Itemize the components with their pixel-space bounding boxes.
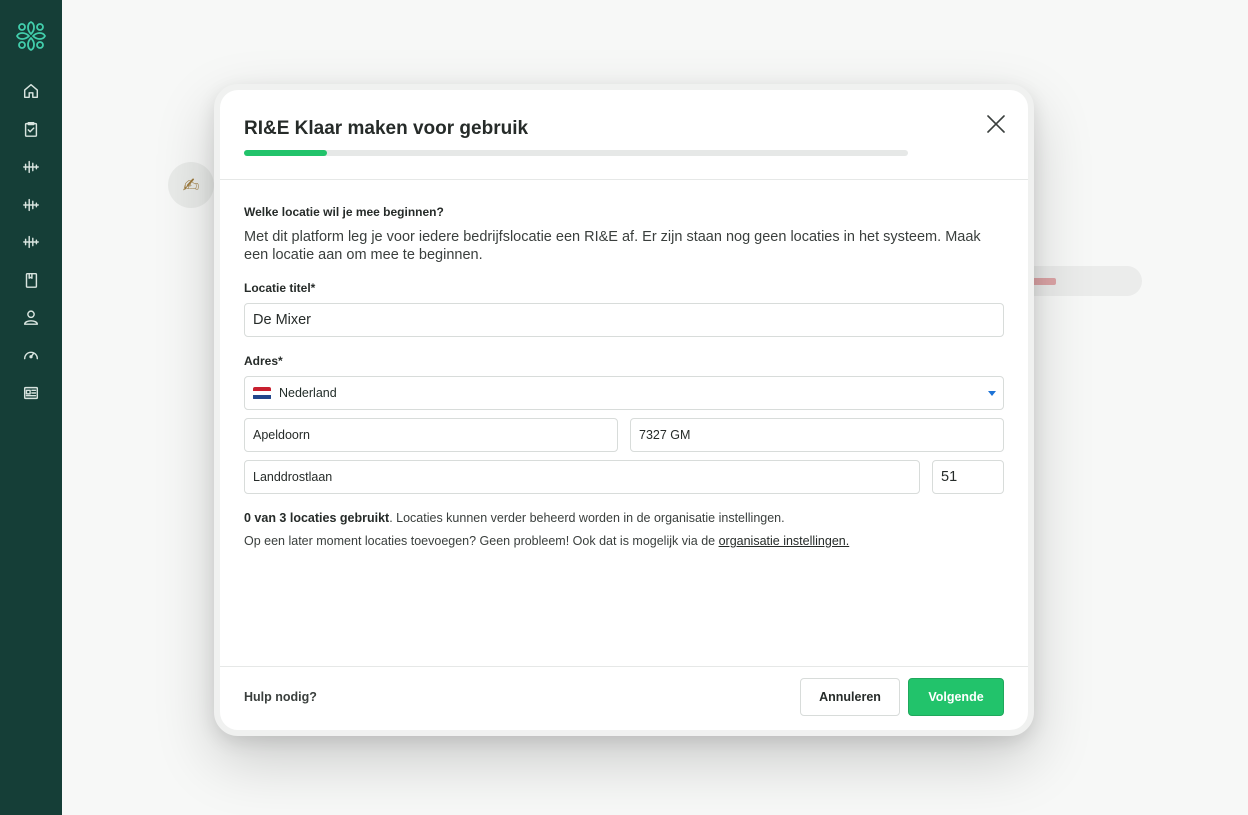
location-title-input[interactable]: De Mixer <box>244 303 1004 337</box>
later-info: Op een later moment locaties toevoegen? … <box>244 534 849 548</box>
netherlands-flag-icon <box>253 386 271 400</box>
cancel-button[interactable]: Annuleren <box>800 678 900 716</box>
help-link[interactable]: Hulp nodig? <box>244 690 317 704</box>
address-label: Adres* <box>244 354 283 368</box>
question-label: Welke locatie wil je mee beginnen? <box>244 205 444 219</box>
country-select[interactable]: Nederland <box>244 376 1004 410</box>
intro-text: Met dit platform leg je voor iedere bedr… <box>244 229 981 263</box>
later-text: Op een later moment locaties toevoegen? … <box>244 534 719 548</box>
divider <box>220 666 1028 667</box>
country-value: Nederland <box>279 386 337 400</box>
modal-title: RI&E Klaar maken voor gebruik <box>244 118 529 139</box>
close-button[interactable] <box>984 112 1008 136</box>
divider <box>220 179 1028 180</box>
organization-settings-link[interactable]: organisatie instellingen. <box>719 534 850 548</box>
house-number-input[interactable]: 51 <box>932 460 1004 494</box>
progress-bar <box>244 150 908 156</box>
setup-modal: RI&E Klaar maken voor gebruik Welke loca… <box>214 84 1034 736</box>
progress-fill <box>244 150 327 156</box>
postal-code-input[interactable]: 7327 GM <box>630 418 1004 452</box>
street-input[interactable]: Landdrostlaan <box>244 460 920 494</box>
usage-count: 0 van 3 locaties gebruikt <box>244 511 390 525</box>
usage-info: 0 van 3 locaties gebruikt. Locaties kunn… <box>244 511 785 525</box>
location-title-label: Locatie titel* <box>244 281 316 295</box>
next-button[interactable]: Volgende <box>908 678 1004 716</box>
city-input[interactable]: Apeldoorn <box>244 418 618 452</box>
close-icon <box>987 115 1005 133</box>
usage-text: . Locaties kunnen verder beheerd worden … <box>389 511 785 525</box>
caret-down-icon <box>988 391 996 396</box>
